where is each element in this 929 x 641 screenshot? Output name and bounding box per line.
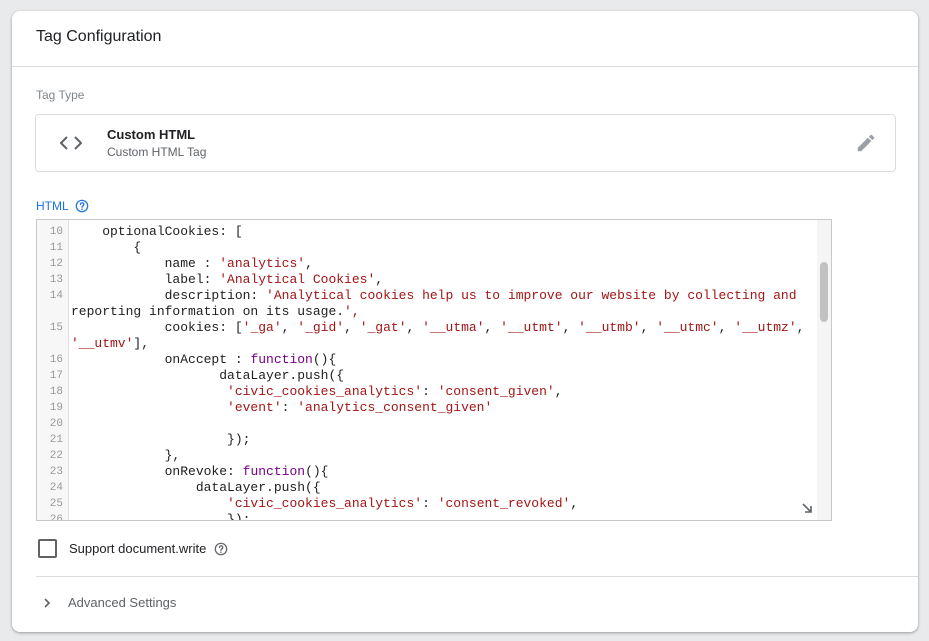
- html-field-label: HTML: [36, 199, 89, 213]
- code-line: 17 dataLayer.push({: [37, 368, 817, 384]
- code-line: 14 description: 'Analytical cookies help…: [37, 288, 817, 304]
- line-number: 18: [49, 386, 63, 398]
- line-number: 21: [49, 434, 63, 446]
- line-number: 25: [49, 498, 63, 510]
- tag-type-subtitle: Custom HTML Tag: [107, 145, 207, 159]
- chevron-right-icon: [44, 597, 51, 608]
- code-text: },: [71, 448, 181, 463]
- support-document-write-label: Support document.write: [69, 541, 207, 556]
- code-text: onRevoke: function(){: [71, 464, 329, 479]
- code-line: 19 'event': 'analytics_consent_given': [37, 400, 817, 416]
- divider: [36, 576, 918, 577]
- code-line: 12 name : 'analytics',: [37, 256, 817, 272]
- help-circle-icon[interactable]: [75, 199, 89, 213]
- pencil-icon[interactable]: [855, 132, 877, 154]
- html-label-text: HTML: [36, 199, 69, 213]
- code-text: 'civic_cookies_analytics': 'consent_revo…: [227, 496, 579, 511]
- code-text: dataLayer.push({: [71, 480, 321, 495]
- code-text: onAccept : function(){: [71, 352, 337, 367]
- code-text: 'civic_cookies_analytics': 'consent_give…: [227, 384, 563, 399]
- code-line: 22 },: [37, 448, 817, 464]
- advanced-settings-label: Advanced Settings: [68, 595, 177, 610]
- support-document-write-checkbox[interactable]: [38, 539, 57, 558]
- page-title: Tag Configuration: [36, 28, 162, 45]
- line-number: 24: [49, 482, 63, 494]
- tag-type-name: Custom HTML: [107, 127, 196, 142]
- line-number: 10: [49, 226, 63, 238]
- support-document-write-row[interactable]: Support document.write: [38, 539, 228, 558]
- line-number: 23: [49, 466, 63, 478]
- help-circle-icon[interactable]: [214, 542, 228, 556]
- code-line: 16 onAccept : function(){: [37, 352, 817, 368]
- code-line: 18 'civic_cookies_analytics': 'consent_g…: [37, 384, 817, 400]
- code-text: reporting information on its usage.',: [71, 304, 360, 319]
- code-text: description: 'Analytical cookies help us…: [71, 288, 797, 303]
- code-text: dataLayer.push({: [71, 368, 345, 383]
- code-line: '__utmv'],: [37, 336, 817, 352]
- code-text: label: 'Analytical Cookies',: [71, 272, 384, 287]
- advanced-settings-toggle[interactable]: Advanced Settings: [42, 595, 176, 610]
- line-number: 11: [49, 242, 63, 254]
- tag-type-selector[interactable]: Custom HTML Custom HTML Tag: [35, 114, 896, 172]
- tag-configuration-card: Tag Configuration Tag Type Custom HTML C…: [12, 11, 918, 632]
- code-area[interactable]: 10 optionalCookies: [11 {12 name : 'anal…: [37, 220, 817, 520]
- code-text: {: [71, 240, 142, 255]
- code-line: 10 optionalCookies: [: [37, 224, 817, 240]
- resize-handle-icon[interactable]: [801, 502, 813, 514]
- line-number: 26: [49, 514, 63, 521]
- scrollbar-thumb[interactable]: [820, 262, 828, 322]
- code-line: 13 label: 'Analytical Cookies',: [37, 272, 817, 288]
- code-line: 26 });: [37, 512, 817, 521]
- tag-type-label: Tag Type: [36, 88, 85, 102]
- line-number: 22: [49, 450, 63, 462]
- code-line: reporting information on its usage.',: [37, 304, 817, 320]
- line-number: 16: [49, 354, 63, 366]
- code-text: cookies: ['_ga', '_gid', '_gat', '__utma…: [71, 320, 805, 335]
- code-line: 11 {: [37, 240, 817, 256]
- line-number: 14: [49, 290, 63, 302]
- code-text: });: [71, 512, 251, 521]
- code-line: 15 cookies: ['_ga', '_gid', '_gat', '__u…: [37, 320, 817, 336]
- line-number: 20: [49, 418, 63, 430]
- line-number: 12: [49, 258, 63, 270]
- code-text: '__utmv'],: [71, 336, 150, 351]
- code-text: });: [71, 432, 251, 447]
- html-code-editor[interactable]: 10 optionalCookies: [11 {12 name : 'anal…: [36, 219, 832, 521]
- line-number: 15: [49, 322, 63, 334]
- code-line: 25 'civic_cookies_analytics': 'consent_r…: [37, 496, 817, 512]
- code-line: 21 });: [37, 432, 817, 448]
- code-text: 'event': 'analytics_consent_given': [227, 400, 493, 415]
- code-text: optionalCookies: [: [71, 224, 243, 239]
- line-number: 13: [49, 274, 63, 286]
- code-line: 23 onRevoke: function(){: [37, 464, 817, 480]
- line-number: 17: [49, 370, 63, 382]
- editor-scrollbar[interactable]: [817, 220, 831, 520]
- code-icon: [59, 136, 83, 150]
- code-line: 20: [37, 416, 817, 432]
- card-header: Tag Configuration: [12, 11, 918, 67]
- code-text: name : 'analytics',: [71, 256, 313, 271]
- code-line: 24 dataLayer.push({: [37, 480, 817, 496]
- line-number: 19: [49, 402, 63, 414]
